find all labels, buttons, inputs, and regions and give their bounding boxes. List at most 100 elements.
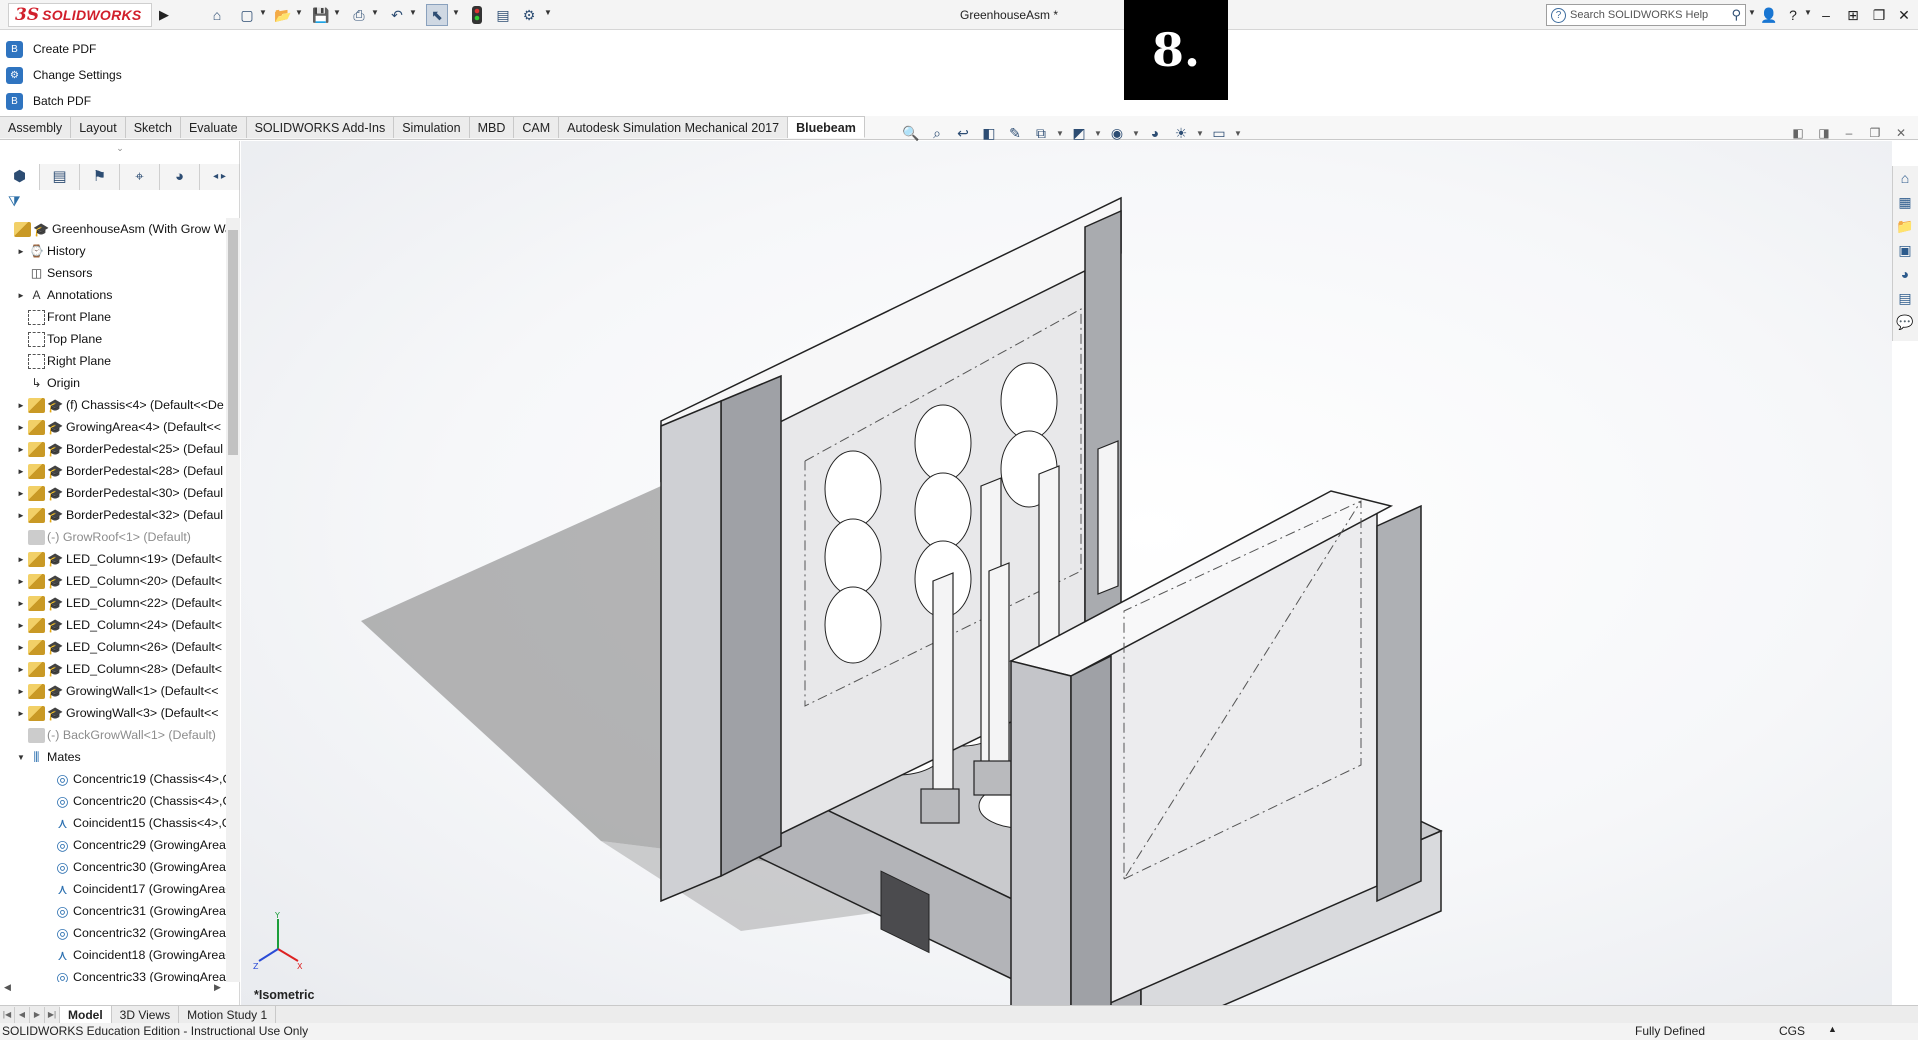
tree-item[interactable]: Right Plane <box>0 350 226 372</box>
next-tab-icon[interactable]: ▶ <box>30 1006 45 1023</box>
viewport-minimize-icon[interactable]: – <box>1840 124 1858 142</box>
view-palette-icon[interactable]: ▣ <box>1893 238 1917 262</box>
scroll-left-icon[interactable]: ◀ <box>4 982 11 993</box>
open-folder-icon[interactable]: 📂 <box>272 4 294 26</box>
view-settings-dropdown-icon[interactable]: ▼ <box>1234 129 1242 138</box>
tree-item[interactable]: ▼ ⫴ Mates <box>0 746 226 768</box>
units-selector[interactable]: CGS <box>1779 1024 1805 1038</box>
tree-item[interactable]: Top Plane <box>0 328 226 350</box>
tab-solidworks-add-ins[interactable]: SOLIDWORKS Add-Ins <box>246 116 395 138</box>
tab-layout[interactable]: Layout <box>71 116 126 138</box>
tree-expand-arrow-icon[interactable]: ► <box>14 489 28 498</box>
filter-icon[interactable]: ⧩ <box>8 193 21 210</box>
tree-item[interactable]: ► 🎓 BorderPedestal<30> (Defaul <box>0 482 226 504</box>
tree-item[interactable]: ► ⌚ History <box>0 240 226 262</box>
tree-item[interactable]: ► 🎓 LED_Column<26> (Default< <box>0 636 226 658</box>
tree-expand-arrow-icon[interactable]: ► <box>14 687 28 696</box>
tree-expand-arrow-icon[interactable]: ► <box>14 467 28 476</box>
tree-item[interactable]: ► 🎓 GrowingWall<1> (Default<< <box>0 680 226 702</box>
dimxpert-manager-tab-icon[interactable]: ⌖ <box>120 164 160 190</box>
tree-item[interactable]: ◎ Concentric33 (GrowingArea< <box>0 966 226 982</box>
search-icon[interactable]: ⚲ <box>1731 7 1741 23</box>
tree-expand-arrow-icon[interactable]: ► <box>14 291 28 300</box>
user-account-icon[interactable]: 👤 <box>1758 4 1780 26</box>
tree-expand-arrow-icon[interactable]: ► <box>14 555 28 564</box>
tab-sketch[interactable]: Sketch <box>125 116 181 138</box>
scrollbar-thumb[interactable] <box>228 230 238 455</box>
print-dropdown-icon[interactable]: ▼ <box>371 8 379 22</box>
tree-item[interactable]: ↳ Origin <box>0 372 226 394</box>
last-tab-icon[interactable]: ▶| <box>45 1006 60 1023</box>
display-style-dropdown-icon[interactable]: ▼ <box>1094 129 1102 138</box>
tree-item[interactable]: ◎ Concentric20 (Chassis<4>,G <box>0 790 226 812</box>
tree-item[interactable]: ► 🎓 GrowingArea<4> (Default<< <box>0 416 226 438</box>
tree-item[interactable]: ► 🎓 LED_Column<24> (Default< <box>0 614 226 636</box>
display-manager-tab-icon[interactable]: ◕ <box>160 164 200 190</box>
design-library-icon[interactable]: ▦ <box>1893 190 1917 214</box>
tree-expand-arrow-icon[interactable]: ► <box>14 643 28 652</box>
viewport-collapse-left-icon[interactable]: ◧ <box>1789 124 1807 142</box>
tree-horizontal-scrollbar[interactable]: ◀ ▶ <box>0 982 240 996</box>
options-gear-icon[interactable]: ⚙ <box>518 4 540 26</box>
tree-item[interactable]: ◎ Concentric30 (GrowingArea< <box>0 856 226 878</box>
tree-item[interactable]: ► A Annotations <box>0 284 226 306</box>
greenhouse-model-render[interactable] <box>241 141 1892 1006</box>
restore-tile-icon[interactable]: ⊞ <box>1842 4 1864 26</box>
tab-bluebeam[interactable]: Bluebeam <box>788 116 865 138</box>
tree-expand-arrow-icon[interactable]: ► <box>14 401 28 410</box>
panel-grip-icon[interactable]: ⌄ <box>0 141 240 155</box>
tree-expand-arrow-icon[interactable]: ► <box>14 665 28 674</box>
tab-scroll-arrows-icon[interactable]: ◂ ▸ <box>200 164 240 190</box>
save-icon[interactable]: 💾 <box>310 4 332 26</box>
menu-expand-icon[interactable]: ▶ <box>156 4 172 26</box>
tab-evaluate[interactable]: Evaluate <box>180 116 247 138</box>
tab-motion-study-1[interactable]: Motion Study 1 <box>179 1005 277 1024</box>
tree-item[interactable]: ◎ Concentric31 (GrowingArea< <box>0 900 226 922</box>
featuremanager-tree-tab-icon[interactable]: ⬢ <box>0 164 40 190</box>
minimize-icon[interactable]: – <box>1815 4 1837 26</box>
viewport-expand-right-icon[interactable]: ◨ <box>1815 124 1833 142</box>
viewport-restore-icon[interactable]: ❐ <box>1866 124 1884 142</box>
scene-dropdown-icon[interactable]: ▼ <box>1196 129 1204 138</box>
undo-icon[interactable]: ↶ <box>386 4 408 26</box>
search-dropdown-icon[interactable]: ▼ <box>1748 8 1756 22</box>
close-icon[interactable]: ✕ <box>1893 4 1915 26</box>
change-settings-button[interactable]: ⚙ Change Settings <box>6 64 122 86</box>
graphics-area[interactable]: Y X Z *Isometric <box>241 141 1892 1006</box>
home-icon[interactable]: ⌂ <box>206 4 228 26</box>
help-dropdown-icon[interactable]: ▼ <box>1804 8 1812 22</box>
tree-item[interactable]: ◫ Sensors <box>0 262 226 284</box>
tree-item[interactable]: ► 🎓 LED_Column<28> (Default< <box>0 658 226 680</box>
property-manager-tab-icon[interactable]: ▤ <box>40 164 80 190</box>
tree-item[interactable]: ⋏ Coincident18 (GrowingArea< <box>0 944 226 966</box>
tree-item[interactable]: ► 🎓 LED_Column<19> (Default< <box>0 548 226 570</box>
tree-expand-arrow-icon[interactable]: ► <box>14 621 28 630</box>
configuration-manager-tab-icon[interactable]: ⚑ <box>80 164 120 190</box>
hide-show-dropdown-icon[interactable]: ▼ <box>1132 129 1140 138</box>
solidworks-logo[interactable]: 3S SOLIDWORKS <box>8 3 152 27</box>
file-properties-icon[interactable]: ▤ <box>492 4 514 26</box>
select-pointer-icon[interactable]: ⬉ <box>426 4 448 26</box>
tab-simulation[interactable]: Simulation <box>394 116 470 138</box>
print-icon[interactable]: ⎙ <box>348 4 370 26</box>
tree-item[interactable]: ► 🎓 LED_Column<22> (Default< <box>0 592 226 614</box>
tree-expand-arrow-icon[interactable]: ► <box>14 599 28 608</box>
help-icon[interactable]: ? <box>1782 4 1804 26</box>
appearances-icon[interactable]: ◕ <box>1893 262 1917 286</box>
save-dropdown-icon[interactable]: ▼ <box>333 8 341 22</box>
custom-properties-icon[interactable]: ▤ <box>1893 286 1917 310</box>
tree-expand-arrow-icon[interactable]: ► <box>14 423 28 432</box>
new-dropdown-icon[interactable]: ▼ <box>259 8 267 22</box>
tree-expand-arrow-icon[interactable]: ▼ <box>14 753 28 762</box>
tab-3d-views[interactable]: 3D Views <box>112 1005 180 1024</box>
tree-item[interactable]: ⋏ Coincident17 (GrowingArea< <box>0 878 226 900</box>
tab-model[interactable]: Model <box>60 1005 112 1024</box>
tree-item[interactable]: ► 🎓 GrowingWall<3> (Default<< <box>0 702 226 724</box>
open-dropdown-icon[interactable]: ▼ <box>295 8 303 22</box>
tree-item[interactable]: ► 🎓 (f) Chassis<4> (Default<<De <box>0 394 226 416</box>
tree-item[interactable]: Front Plane <box>0 306 226 328</box>
tree-vertical-scrollbar[interactable] <box>226 218 240 982</box>
tree-expand-arrow-icon[interactable]: ► <box>14 511 28 520</box>
tree-item[interactable]: ◎ Concentric19 (Chassis<4>,G <box>0 768 226 790</box>
tree-item[interactable]: ► 🎓 BorderPedestal<28> (Defaul <box>0 460 226 482</box>
